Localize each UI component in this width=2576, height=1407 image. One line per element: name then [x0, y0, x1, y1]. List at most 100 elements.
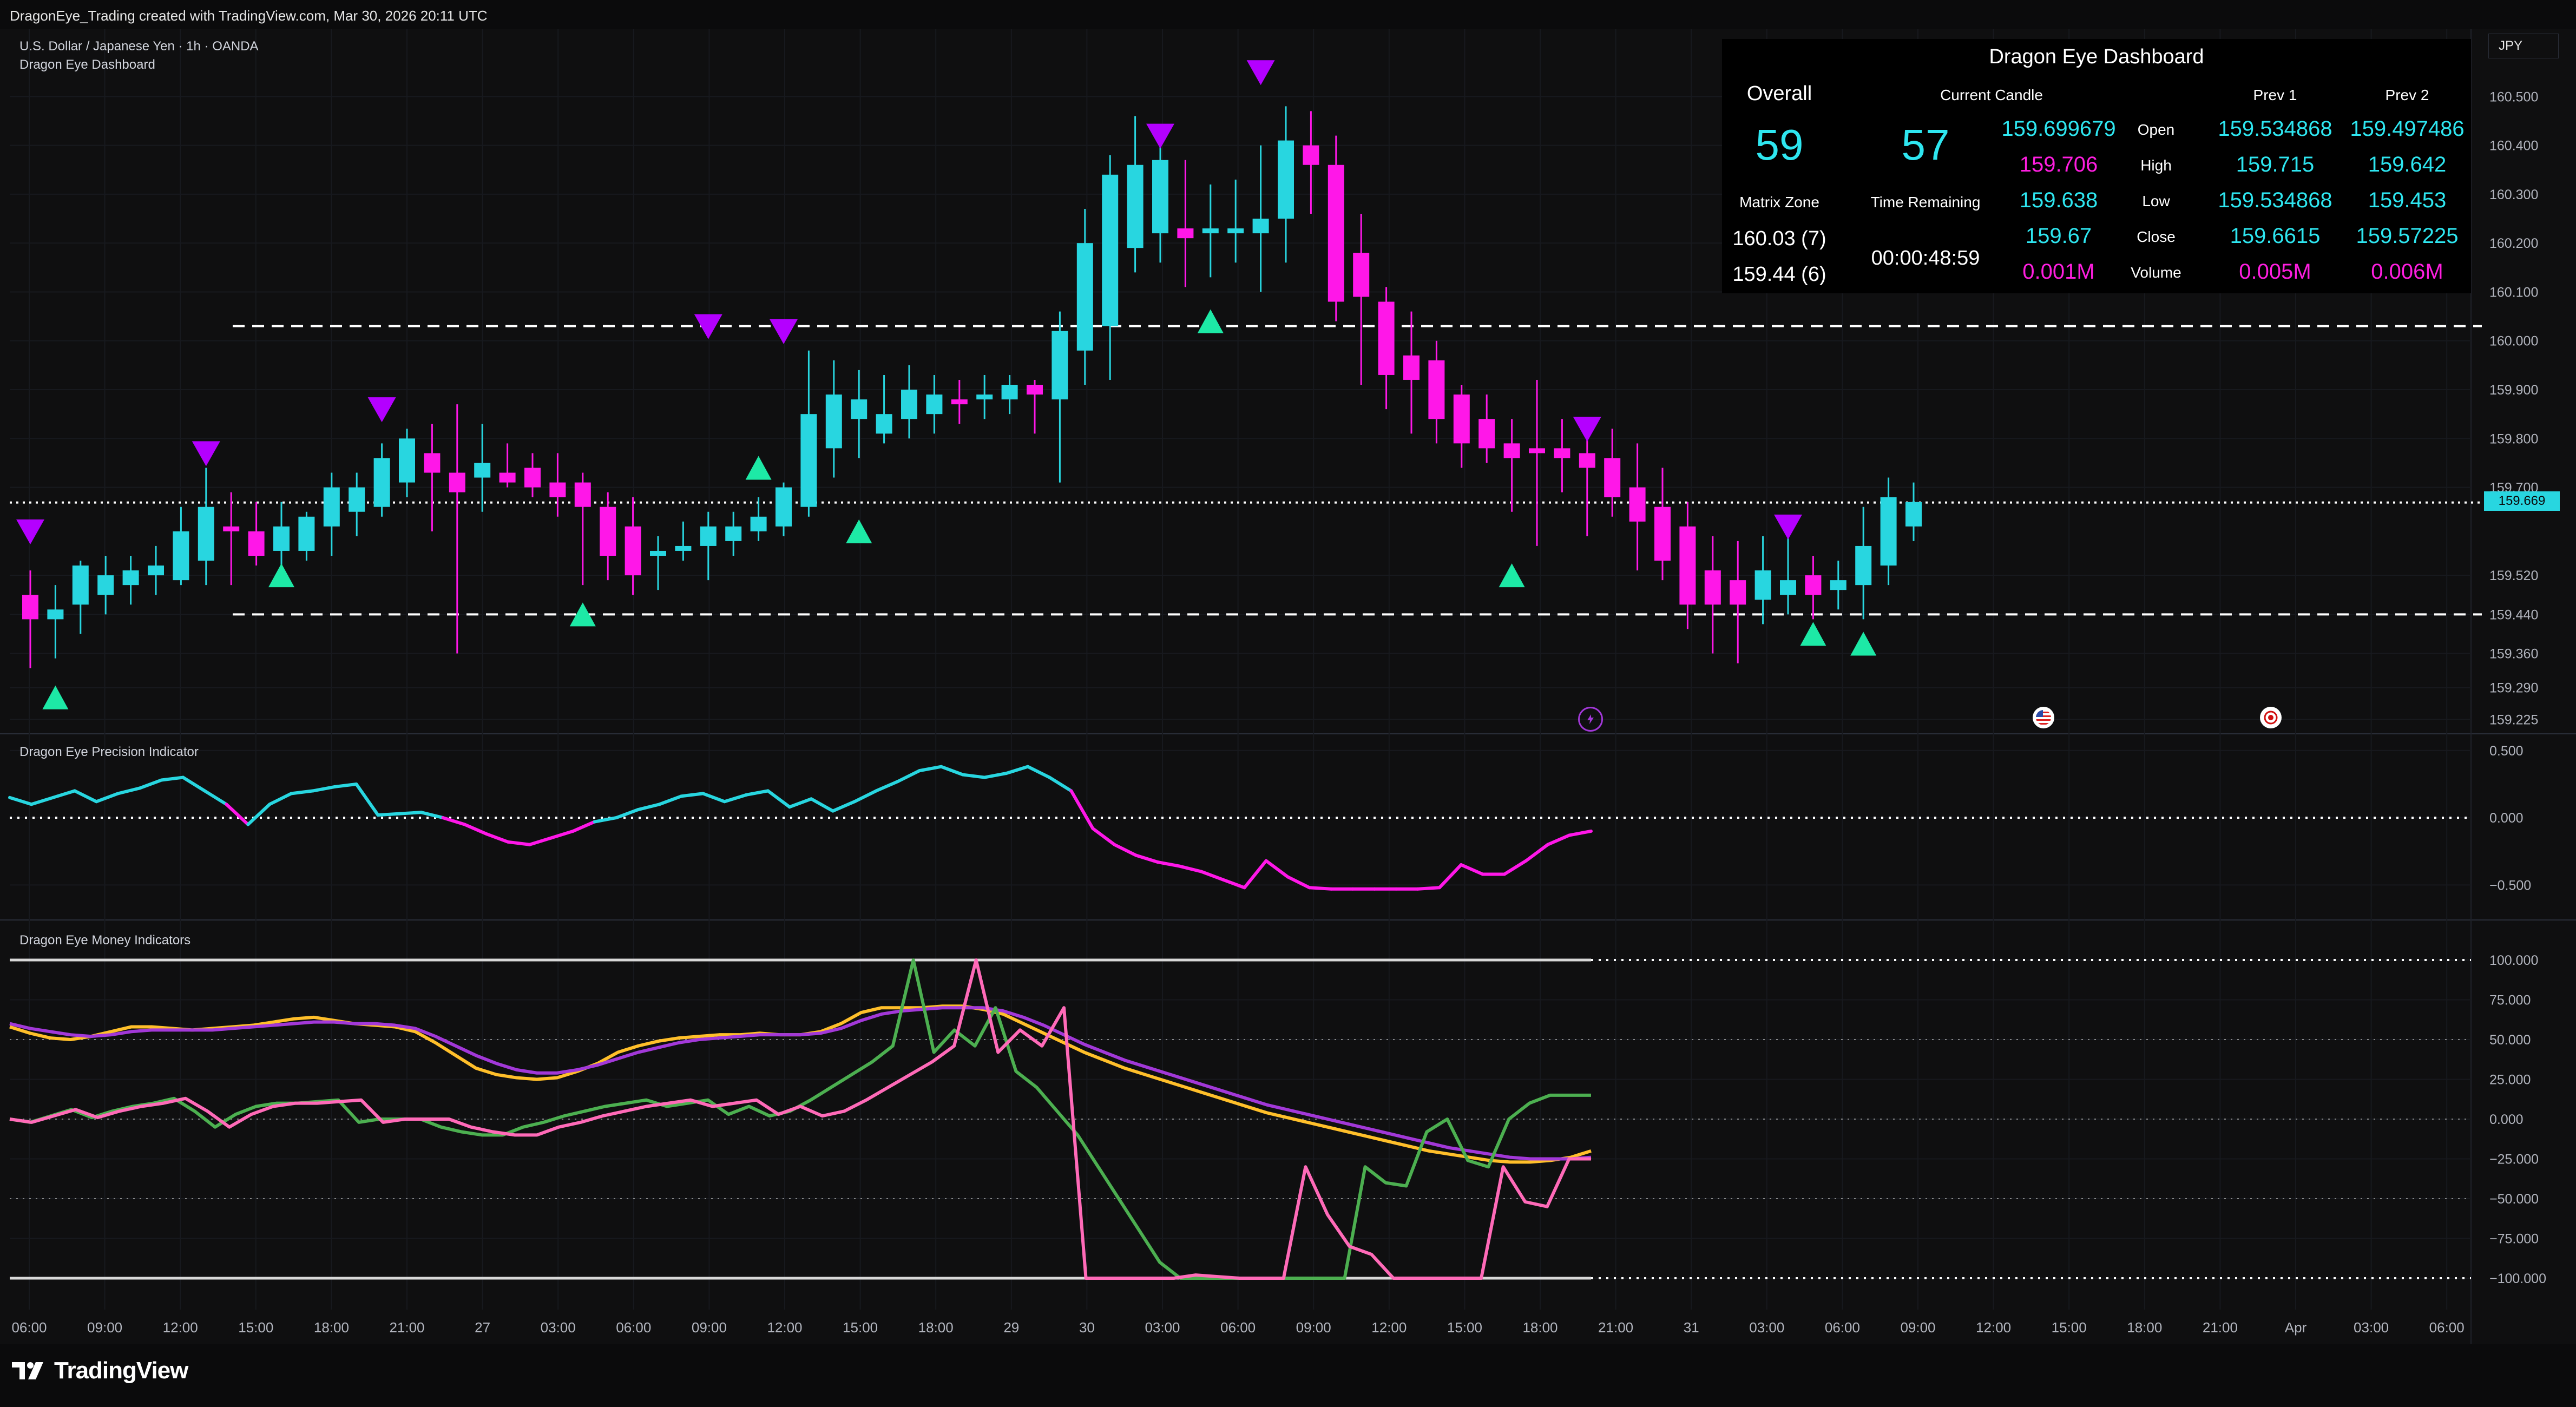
- precision-line-segment: [95, 792, 120, 804]
- row-close-label: Close: [2137, 228, 2176, 245]
- sell-signal-triangle: [192, 441, 220, 466]
- candle-bull: [650, 550, 666, 556]
- x-tick-label: 12:00: [1976, 1319, 2011, 1336]
- row-open-current: 159.699679: [2001, 117, 2116, 141]
- candle-bear: [951, 399, 968, 405]
- candle-bull: [399, 438, 415, 483]
- x-tick-label: 18:00: [1522, 1319, 1558, 1336]
- candle-bear: [1403, 355, 1420, 380]
- candle-bear: [1629, 487, 1646, 522]
- x-tick-label: 03:00: [2354, 1319, 2389, 1336]
- candle-bear: [424, 453, 441, 473]
- candle-bear: [1378, 301, 1395, 375]
- money-pane-title[interactable]: Dragon Eye Money Indicators: [19, 933, 190, 948]
- price-tick-label: 159.440: [2489, 607, 2538, 622]
- candle-bull: [1880, 497, 1897, 566]
- symbol-title[interactable]: U.S. Dollar / Japanese Yen · 1h · OANDA: [19, 39, 259, 54]
- precision-line-segment: [1134, 853, 1160, 864]
- precision-line-segment: [419, 811, 445, 820]
- candle-bear: [1554, 448, 1570, 458]
- precision-line-segment: [441, 816, 466, 826]
- currency-button[interactable]: JPY: [2488, 34, 2559, 58]
- candle-bear: [1704, 570, 1721, 605]
- candle-bull: [901, 390, 917, 419]
- candle-bear: [223, 526, 240, 531]
- money-tick-label: 50.000: [2489, 1033, 2531, 1048]
- money-line-yellow: [9, 1004, 1592, 1164]
- precision-line-segment: [116, 786, 142, 795]
- buy-signal-triangle: [745, 456, 772, 480]
- candle-bull: [373, 458, 390, 507]
- candle-bull: [349, 487, 365, 512]
- x-tick-label: 15:00: [238, 1319, 273, 1336]
- x-tick-label: 18:00: [314, 1319, 349, 1336]
- precision-line-segment: [679, 792, 705, 798]
- precision-line-segment: [1113, 843, 1138, 857]
- precision-line-segment: [73, 789, 98, 804]
- precision-line-segment: [1307, 886, 1333, 891]
- precision-line-segment: [528, 836, 553, 846]
- x-tick-label: 12:00: [1371, 1319, 1407, 1336]
- tradingview-logo[interactable]: TradingView: [12, 1357, 188, 1384]
- us-flag-icon[interactable]: [2033, 707, 2054, 728]
- candle-bull: [675, 545, 692, 551]
- precision-line-segment: [549, 829, 575, 840]
- buy-signal-triangle: [1197, 309, 1224, 333]
- candle-bull: [47, 609, 64, 620]
- x-tick-label: 06:00: [2429, 1319, 2465, 1336]
- price-tick-label: 160.300: [2489, 187, 2538, 202]
- precision-line-segment: [1286, 875, 1311, 890]
- precision-line-segment: [983, 772, 1008, 779]
- precision-tick-label: 0.000: [2489, 811, 2524, 826]
- row-low-label: Low: [2142, 193, 2170, 209]
- sell-signal-triangle: [367, 397, 396, 423]
- candle-bull: [851, 399, 868, 419]
- sell-signal-triangle: [1246, 60, 1275, 86]
- tradingview-wordmark: TradingView: [54, 1357, 188, 1384]
- precision-line-segment: [701, 792, 726, 804]
- x-tick-label: 15:00: [2052, 1319, 2087, 1336]
- precision-line-segment: [787, 797, 813, 809]
- precision-group: [8, 765, 2471, 891]
- precision-tick-label: −0.500: [2489, 878, 2531, 893]
- candle-bull: [474, 463, 491, 478]
- money-tick-label: −100.000: [2489, 1271, 2546, 1286]
- time-remaining-value: 00:00:48:59: [1871, 247, 1980, 269]
- dashboard-study-label[interactable]: Dragon Eye Dashboard: [19, 57, 155, 73]
- candle-bull: [1905, 502, 1922, 527]
- buy-signal-triangle: [846, 519, 872, 543]
- precision-line-segment: [51, 789, 77, 799]
- x-tick-label: 31: [1684, 1319, 1699, 1336]
- precision-line-segment: [614, 808, 640, 820]
- lightning-icon[interactable]: [1578, 707, 1603, 732]
- row-low-prev1: 159.534868: [2218, 188, 2332, 212]
- row-volume-prev2: 0.006M: [2371, 260, 2443, 284]
- precision-pane-title[interactable]: Dragon Eye Precision Indicator: [19, 745, 199, 760]
- precision-line-segment: [636, 803, 661, 812]
- precision-line-segment: [225, 803, 250, 826]
- candle-bull: [97, 575, 114, 595]
- candle-bear: [1579, 453, 1595, 468]
- price-tick-label: 159.360: [2489, 647, 2538, 662]
- precision-line-segment: [1416, 886, 1441, 891]
- candle-bear: [574, 482, 591, 507]
- candle-bull: [173, 531, 189, 581]
- row-volume-prev1: 0.005M: [2239, 260, 2311, 284]
- price-tick-label: 160.000: [2489, 334, 2538, 349]
- tradingview-logo-icon: [12, 1362, 43, 1379]
- candle-bull: [876, 414, 892, 434]
- candle-bear: [1303, 145, 1319, 165]
- row-volume-current: 0.001M: [2022, 260, 2095, 284]
- precision-line-segment: [1156, 860, 1181, 868]
- candle-bull: [1102, 174, 1119, 326]
- candle-bull: [1780, 580, 1796, 595]
- candle-bear: [600, 507, 616, 556]
- record-icon[interactable]: [2260, 707, 2282, 728]
- precision-line-segment: [875, 780, 900, 793]
- precision-line-segment: [766, 789, 791, 809]
- dashboard-title: Dragon Eye Dashboard: [1989, 45, 2204, 68]
- candle-bull: [1076, 243, 1093, 351]
- money-tick-label: −50.000: [2489, 1192, 2539, 1207]
- candle-bear: [1654, 507, 1671, 561]
- precision-line-segment: [484, 832, 510, 844]
